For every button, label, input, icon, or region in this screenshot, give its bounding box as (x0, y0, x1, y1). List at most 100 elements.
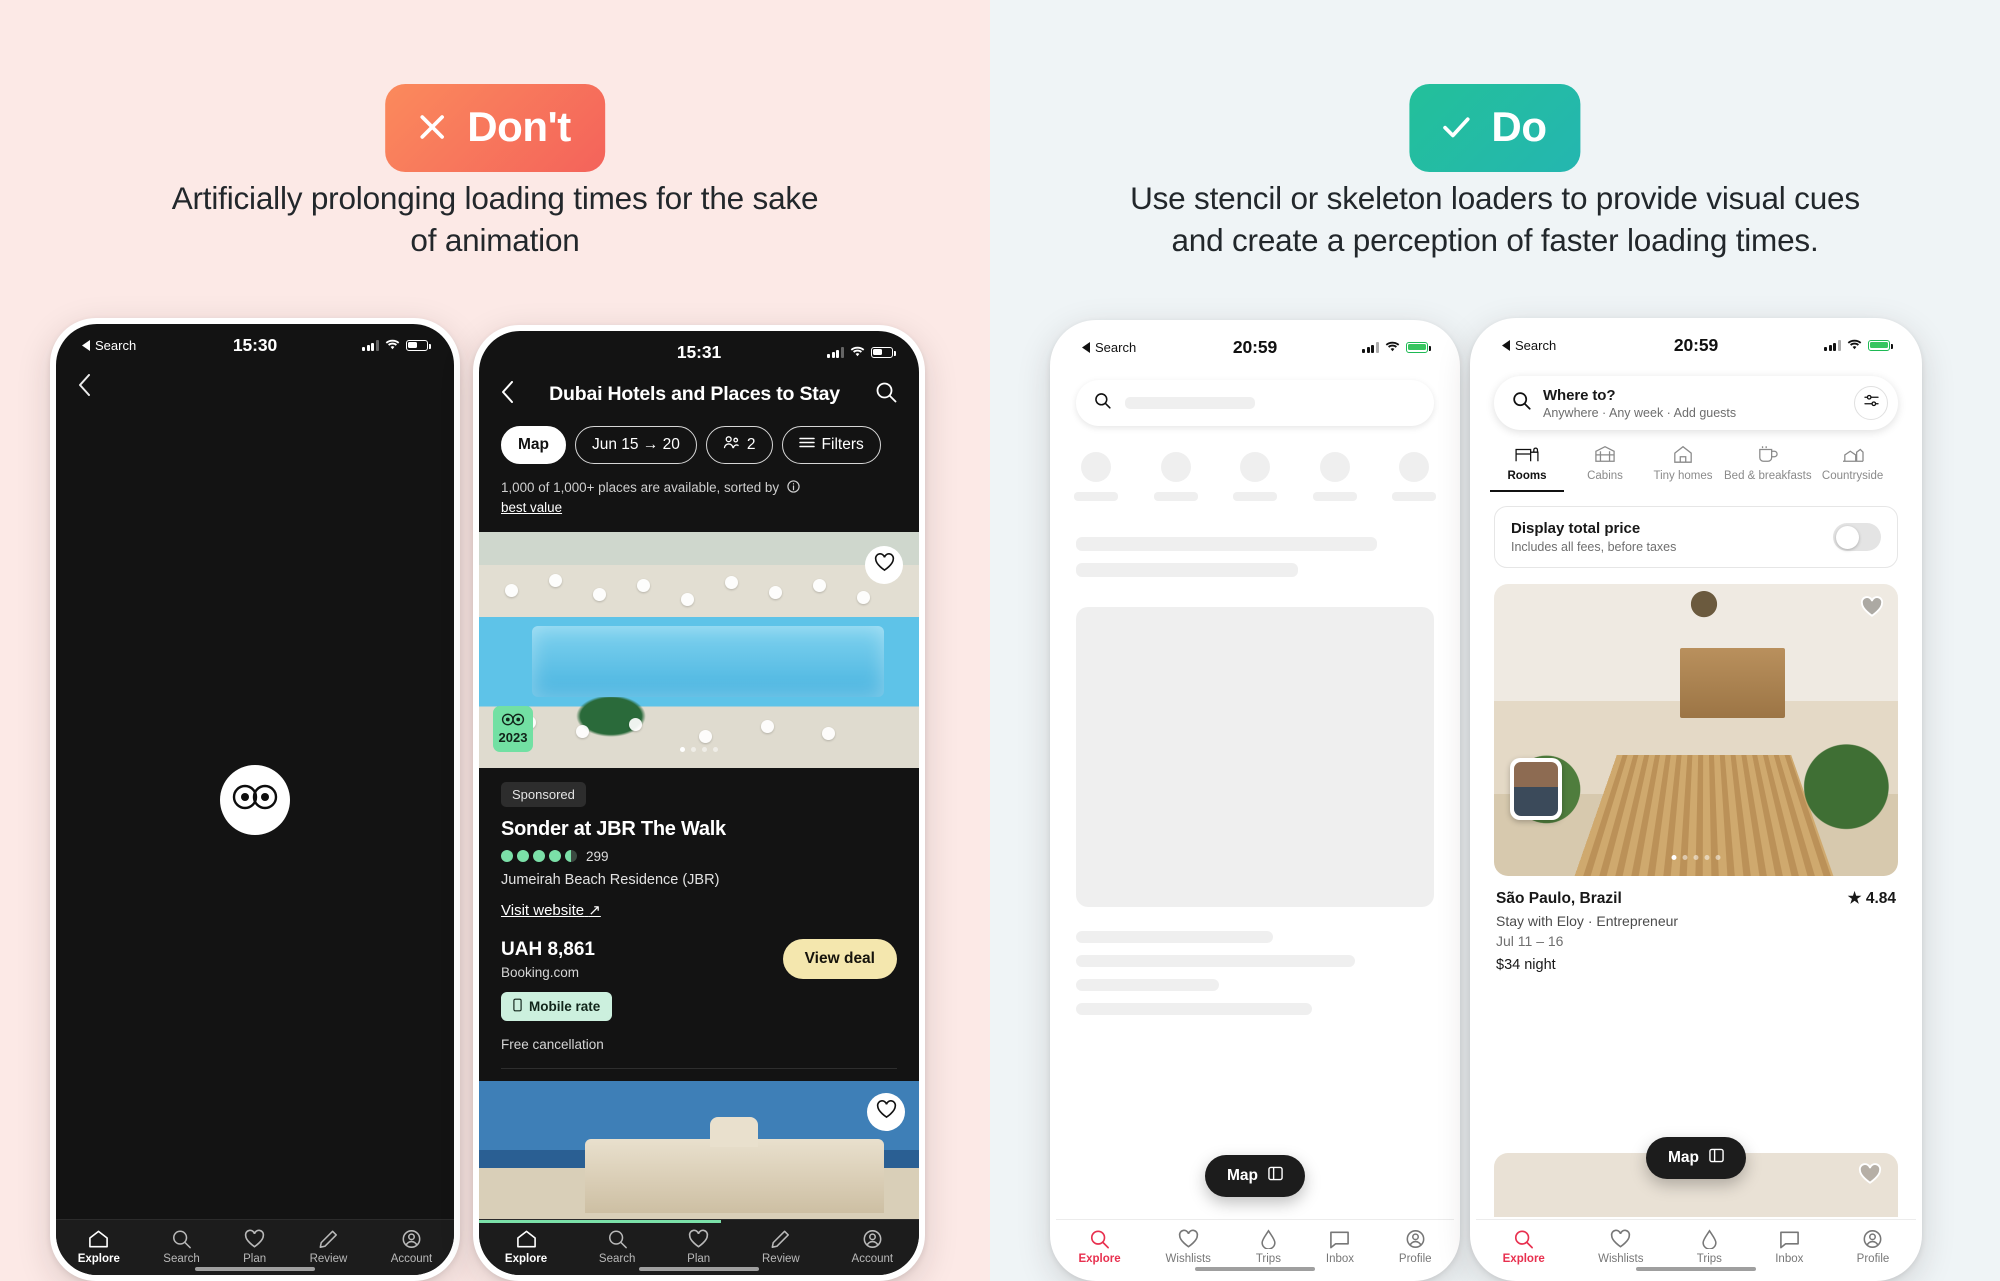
info-icon[interactable] (787, 479, 800, 498)
filter-filters[interactable]: Filters (781, 426, 881, 464)
total-price-card[interactable]: Display total price Includes all fees, b… (1494, 506, 1898, 568)
search-icon (1094, 392, 1111, 414)
tab-trips[interactable]: Trips (1256, 1229, 1281, 1265)
category-bed-breakfasts[interactable]: Bed & breakfasts (1724, 444, 1812, 492)
tab-search[interactable]: Search (599, 1229, 635, 1265)
total-price-toggle[interactable] (1833, 523, 1881, 551)
tab-label: Wishlists (1165, 1253, 1211, 1265)
view-deal-button[interactable]: View deal (782, 938, 897, 979)
tab-explore[interactable]: Explore (505, 1229, 547, 1265)
category-countryside[interactable]: Countryside (1816, 444, 1890, 492)
listing-photo-2[interactable] (479, 1080, 919, 1231)
star-icon: ★ (1847, 890, 1862, 907)
status-back-label: Search (1082, 340, 1136, 355)
phone-airbnb-skeleton: Search 20:59 Map Explore Wishlists Trips… (1050, 320, 1460, 1281)
tab-label: Explore (504, 1253, 548, 1265)
tab-inbox[interactable]: Inbox (1775, 1229, 1803, 1265)
search-icon[interactable] (875, 381, 897, 408)
tab-label: Search (598, 1253, 636, 1265)
wifi-icon (850, 342, 865, 362)
favorite-button-2[interactable] (867, 1092, 905, 1131)
tab-wishlists[interactable]: Wishlists (1166, 1229, 1211, 1265)
favorite-button[interactable] (1860, 596, 1884, 623)
close-x-icon (415, 110, 449, 144)
listing-rating: ★ 4.84 (1848, 889, 1896, 908)
tab-plan[interactable]: Plan (243, 1229, 266, 1265)
sort-text: 1,000 of 1,000+ places are available, so… (501, 480, 780, 495)
tab-inbox[interactable]: Inbox (1326, 1229, 1354, 1265)
tab-review[interactable]: Review (762, 1229, 800, 1265)
tab-label: Explore (1502, 1253, 1545, 1265)
tab-label: Trips (1255, 1253, 1281, 1265)
host-avatar (1510, 758, 1562, 820)
tab-trips[interactable]: Trips (1697, 1229, 1722, 1265)
bottom-tabbar[interactable]: Explore Wishlists Trips Inbox Profile (1056, 1219, 1454, 1275)
tab-review[interactable]: Review (310, 1229, 347, 1265)
filter-label: 2 (746, 436, 756, 453)
bottom-tabbar[interactable]: Explore Search Plan Review Account (56, 1219, 454, 1275)
listing-details: Sponsored Sonder at JBR The Walk 299 Jum… (479, 768, 919, 1069)
free-cancellation: Free cancellation (501, 1036, 604, 1052)
photo-dots[interactable] (1671, 855, 1721, 860)
filter-pills[interactable]: Map Jun 15 → 20 2 Filters (479, 412, 919, 464)
photo-dots[interactable] (680, 746, 718, 752)
battery-icon (871, 346, 896, 358)
favorite-button-2[interactable] (1858, 1163, 1882, 1190)
status-time: 20:59 (1673, 334, 1719, 355)
visit-website-link[interactable]: Visit website ↗ (501, 901, 601, 919)
category-cabins[interactable]: Cabins (1568, 444, 1642, 492)
status-time: 20:59 (1232, 336, 1278, 357)
filter-dates[interactable]: Jun 15 → 20 (575, 426, 697, 464)
heart-icon (1860, 596, 1884, 622)
category-tiny-homes[interactable]: Tiny homes (1646, 444, 1720, 492)
category-tabs[interactable]: Rooms Cabins Tiny homes Bed & breakfasts (1476, 430, 1916, 492)
map-toggle-button[interactable]: Map (1205, 1155, 1305, 1197)
search-title: Where to? (1543, 386, 1616, 404)
filters-icon (798, 436, 815, 454)
tab-explore[interactable]: Explore (1503, 1229, 1545, 1265)
listing-location: Jumeirah Beach Residence (JBR) (501, 871, 720, 888)
bottom-tabbar[interactable]: Explore Wishlists Trips Inbox Profile (1476, 1219, 1916, 1275)
tab-search[interactable]: Search (163, 1229, 200, 1265)
filters-button[interactable] (1854, 386, 1888, 420)
tab-explore[interactable]: Explore (1078, 1229, 1121, 1265)
filter-map[interactable]: Map (501, 426, 566, 464)
chevron-left-icon[interactable] (501, 381, 514, 408)
tab-wishlists[interactable]: Wishlists (1598, 1229, 1644, 1265)
search-bar-skeleton[interactable] (1076, 380, 1434, 426)
mobile-rate-badge: Mobile rate (501, 991, 613, 1021)
line-skeleton (1076, 1003, 1313, 1015)
filter-guests[interactable]: 2 (705, 426, 773, 464)
status-time: 15:31 (676, 341, 722, 362)
tab-label: Profile (1856, 1253, 1890, 1265)
listing-photo[interactable] (1494, 584, 1898, 876)
listing-dates: Jul 11 – 16 (1496, 933, 1564, 949)
tab-account[interactable]: Account (852, 1229, 893, 1265)
price-row: UAH 8,861 Booking.com View deal (501, 938, 897, 980)
sort-link[interactable]: best value (501, 500, 562, 515)
tab-label: Wishlists (1598, 1253, 1644, 1265)
favorite-button[interactable] (865, 545, 903, 584)
listing-photo[interactable]: 2023 (479, 531, 919, 768)
line-skeleton (1076, 563, 1298, 577)
search-bar[interactable]: Where to? Anywhere · Any week · Add gues… (1494, 376, 1898, 430)
chevron-left-icon (78, 372, 91, 402)
tab-label: Plan (687, 1253, 711, 1265)
filters-icon (1863, 394, 1879, 412)
category-skeletons (1056, 426, 1454, 501)
listing-title[interactable]: Sonder at JBR The Walk (501, 818, 897, 841)
do-caption: Use stencil or skeleton loaders to provi… (1130, 180, 1860, 258)
line-skeleton (1076, 537, 1377, 551)
tab-account[interactable]: Account (391, 1229, 432, 1265)
map-toggle-button[interactable]: Map (1646, 1137, 1746, 1179)
tab-label: Plan (243, 1253, 267, 1265)
tab-plan[interactable]: Plan (687, 1229, 710, 1265)
back-button[interactable] (56, 366, 454, 403)
tab-profile[interactable]: Profile (1856, 1229, 1890, 1265)
tab-explore[interactable]: Explore (78, 1229, 120, 1265)
visit-website-label: Visit website (501, 901, 585, 919)
category-rooms[interactable]: Rooms (1490, 444, 1564, 492)
listing-price: UAH 8,861 (501, 938, 595, 960)
bottom-tabbar[interactable]: Explore Search Plan Review Account (479, 1219, 919, 1275)
tab-profile[interactable]: Profile (1399, 1229, 1432, 1265)
